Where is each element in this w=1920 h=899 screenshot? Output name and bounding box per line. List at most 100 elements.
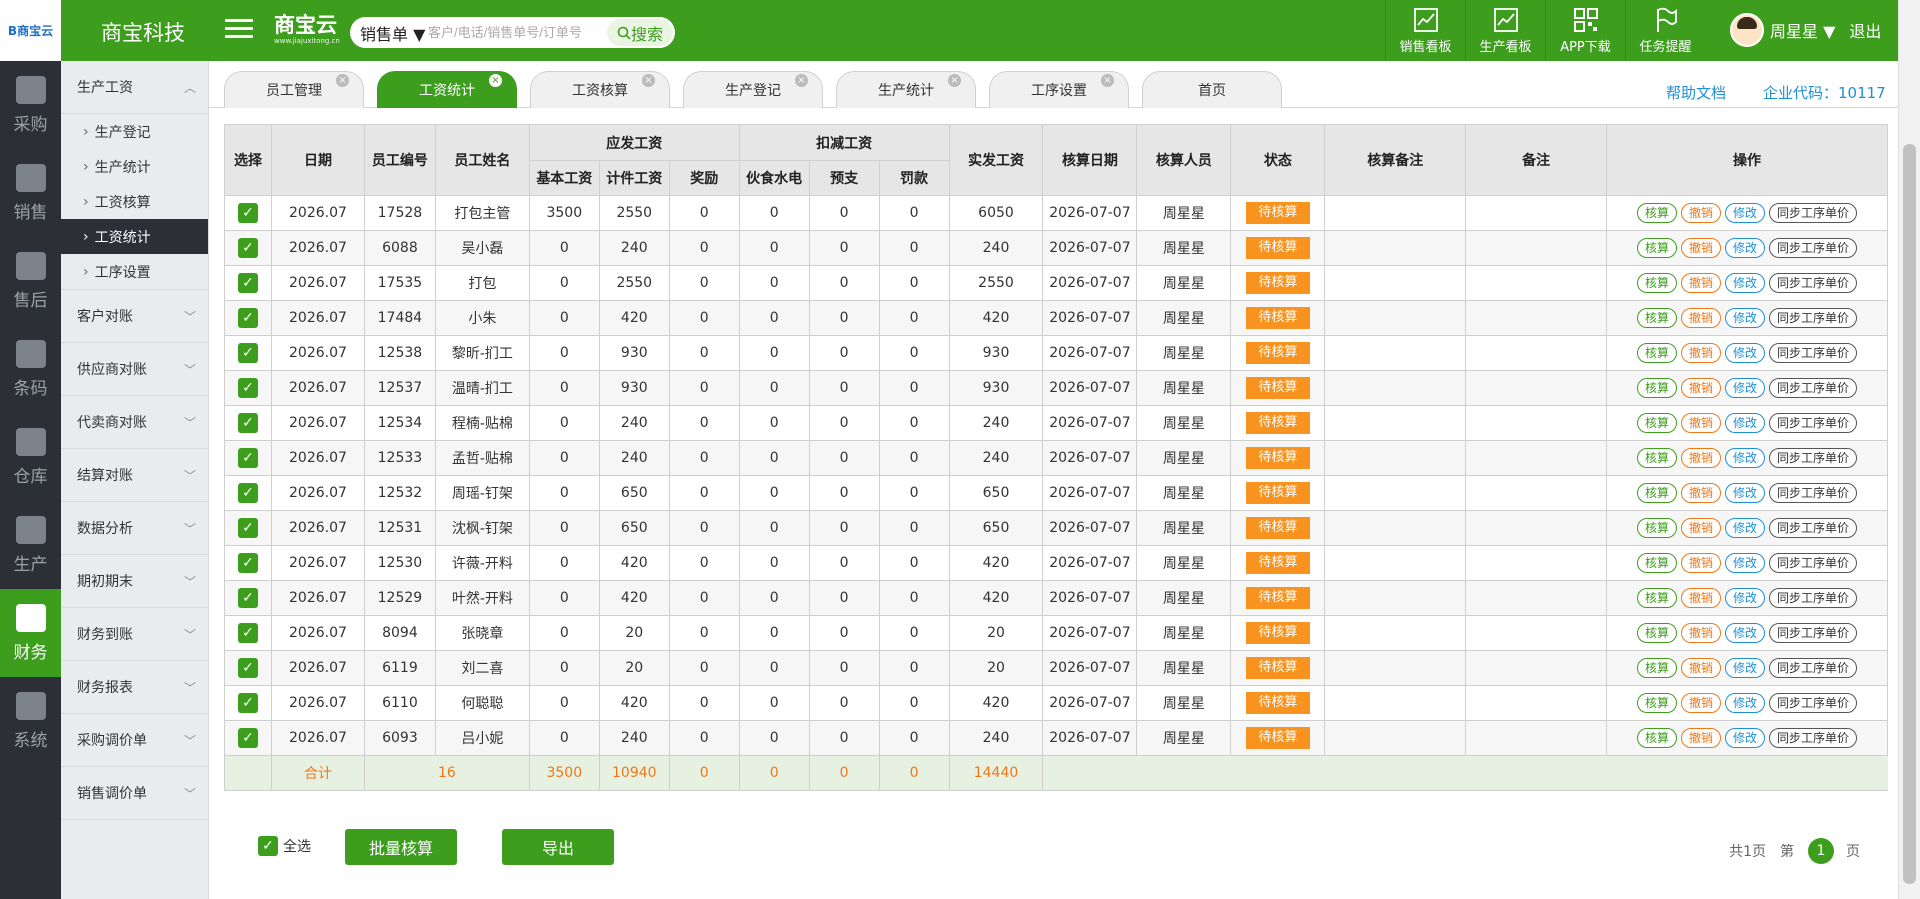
undo-button[interactable]: 撤销 xyxy=(1681,588,1722,608)
row-checkbox[interactable]: ✓ xyxy=(237,308,258,328)
sync-price-button[interactable]: 同步工序单价 xyxy=(1769,623,1858,643)
submenu-group-2[interactable]: 代卖商对账 ﹀ xyxy=(61,396,208,449)
undo-button[interactable]: 撤销 xyxy=(1681,273,1722,293)
row-checkbox[interactable]: ✓ xyxy=(237,203,258,223)
row-checkbox[interactable]: ✓ xyxy=(237,553,258,573)
edit-button[interactable]: 修改 xyxy=(1725,623,1766,643)
nav-task-reminder[interactable]: 任务提醒 xyxy=(1625,0,1705,61)
calc-button[interactable]: 核算 xyxy=(1637,308,1678,328)
calc-button[interactable]: 核算 xyxy=(1637,588,1678,608)
calc-button[interactable]: 核算 xyxy=(1637,273,1678,293)
edit-button[interactable]: 修改 xyxy=(1725,273,1766,293)
avatar[interactable] xyxy=(1730,13,1764,47)
row-checkbox[interactable]: ✓ xyxy=(237,588,258,608)
calc-button[interactable]: 核算 xyxy=(1637,343,1678,363)
edit-button[interactable]: 修改 xyxy=(1725,343,1766,363)
submenu-group-4[interactable]: 数据分析 ﹀ xyxy=(61,502,208,555)
undo-button[interactable]: 撤销 xyxy=(1681,553,1722,573)
calc-button[interactable]: 核算 xyxy=(1637,693,1678,713)
sync-price-button[interactable]: 同步工序单价 xyxy=(1769,238,1858,258)
undo-button[interactable]: 撤销 xyxy=(1681,203,1722,223)
sync-price-button[interactable]: 同步工序单价 xyxy=(1769,308,1858,328)
sync-price-button[interactable]: 同步工序单价 xyxy=(1769,413,1858,433)
rail-item-system[interactable]: 系统 xyxy=(0,677,61,765)
tab-2[interactable]: 工资核算 × xyxy=(530,71,670,108)
submenu-item-production-stats[interactable]: 生产统计 xyxy=(61,149,208,184)
tab-4[interactable]: 生产统计 × xyxy=(836,71,976,108)
user-name-dropdown[interactable]: 周星星 ▼ xyxy=(1770,18,1835,42)
close-icon[interactable]: × xyxy=(795,74,808,87)
undo-button[interactable]: 撤销 xyxy=(1681,693,1722,713)
edit-button[interactable]: 修改 xyxy=(1725,308,1766,328)
submenu-item-wage-stats[interactable]: 工资统计 xyxy=(61,219,208,254)
edit-button[interactable]: 修改 xyxy=(1725,693,1766,713)
sync-price-button[interactable]: 同步工序单价 xyxy=(1769,658,1858,678)
undo-button[interactable]: 撤销 xyxy=(1681,483,1722,503)
edit-button[interactable]: 修改 xyxy=(1725,203,1766,223)
edit-button[interactable]: 修改 xyxy=(1725,448,1766,468)
undo-button[interactable]: 撤销 xyxy=(1681,518,1722,538)
row-checkbox[interactable]: ✓ xyxy=(237,693,258,713)
sync-price-button[interactable]: 同步工序单价 xyxy=(1769,483,1858,503)
edit-button[interactable]: 修改 xyxy=(1725,378,1766,398)
edit-button[interactable]: 修改 xyxy=(1725,728,1766,748)
tab-0[interactable]: 员工管理 × xyxy=(224,71,364,108)
row-checkbox[interactable]: ✓ xyxy=(237,623,258,643)
sync-price-button[interactable]: 同步工序单价 xyxy=(1769,588,1858,608)
batch-calc-button[interactable]: 批量核算 xyxy=(345,829,457,865)
undo-button[interactable]: 撤销 xyxy=(1681,343,1722,363)
row-checkbox[interactable]: ✓ xyxy=(237,728,258,748)
edit-button[interactable]: 修改 xyxy=(1725,588,1766,608)
calc-button[interactable]: 核算 xyxy=(1637,378,1678,398)
sync-price-button[interactable]: 同步工序单价 xyxy=(1769,728,1858,748)
rail-item-purchase[interactable]: 采购 xyxy=(0,61,61,149)
submenu-item-production-register[interactable]: 生产登记 xyxy=(61,114,208,149)
logout-link[interactable]: 退出 xyxy=(1849,18,1881,42)
search-button[interactable]: 搜索 xyxy=(607,19,673,46)
undo-button[interactable]: 撤销 xyxy=(1681,658,1722,678)
submenu-group-production-wages[interactable]: 生产工资 ︿ xyxy=(61,61,208,114)
submenu-group-7[interactable]: 财务报表 ﹀ xyxy=(61,661,208,714)
undo-button[interactable]: 撤销 xyxy=(1681,238,1722,258)
undo-button[interactable]: 撤销 xyxy=(1681,623,1722,643)
row-checkbox[interactable]: ✓ xyxy=(237,483,258,503)
scrollbar-thumb[interactable] xyxy=(1903,144,1916,884)
help-docs-link[interactable]: 帮助文档 xyxy=(1666,82,1726,103)
submenu-group-6[interactable]: 财务到账 ﹀ xyxy=(61,608,208,661)
edit-button[interactable]: 修改 xyxy=(1725,483,1766,503)
undo-button[interactable]: 撤销 xyxy=(1681,413,1722,433)
rail-item-sales[interactable]: 销售 xyxy=(0,149,61,237)
calc-button[interactable]: 核算 xyxy=(1637,728,1678,748)
close-icon[interactable]: × xyxy=(642,74,655,87)
submenu-item-wage-calc[interactable]: 工资核算 xyxy=(61,184,208,219)
nav-app-download[interactable]: APP下载 xyxy=(1545,0,1625,61)
submenu-group-9[interactable]: 销售调价单 ﹀ xyxy=(61,767,208,820)
app-logo[interactable]: B商宝云 xyxy=(0,0,61,61)
undo-button[interactable]: 撤销 xyxy=(1681,448,1722,468)
calc-button[interactable]: 核算 xyxy=(1637,553,1678,573)
select-all-checkbox[interactable]: ✓ 全选 xyxy=(258,836,311,856)
sync-price-button[interactable]: 同步工序单价 xyxy=(1769,693,1858,713)
sync-price-button[interactable]: 同步工序单价 xyxy=(1769,343,1858,363)
close-icon[interactable]: × xyxy=(1101,74,1114,87)
sync-price-button[interactable]: 同步工序单价 xyxy=(1769,378,1858,398)
tab-3[interactable]: 生产登记 × xyxy=(683,71,823,108)
row-checkbox[interactable]: ✓ xyxy=(237,518,258,538)
submenu-item-process-settings[interactable]: 工序设置 xyxy=(61,254,208,290)
calc-button[interactable]: 核算 xyxy=(1637,518,1678,538)
calc-button[interactable]: 核算 xyxy=(1637,658,1678,678)
nav-sales-board[interactable]: 销售看板 xyxy=(1385,0,1465,61)
row-checkbox[interactable]: ✓ xyxy=(237,238,258,258)
calc-button[interactable]: 核算 xyxy=(1637,448,1678,468)
search-type-dropdown[interactable]: 销售单 ▼ xyxy=(350,21,428,45)
tab-1[interactable]: 工资统计 × xyxy=(377,71,517,108)
undo-button[interactable]: 撤销 xyxy=(1681,308,1722,328)
tab-6[interactable]: 首页 xyxy=(1142,71,1282,108)
calc-button[interactable]: 核算 xyxy=(1637,413,1678,433)
submenu-group-8[interactable]: 采购调价单 ﹀ xyxy=(61,714,208,767)
tab-5[interactable]: 工序设置 × xyxy=(989,71,1129,108)
row-checkbox[interactable]: ✓ xyxy=(237,658,258,678)
submenu-group-5[interactable]: 期初期末 ﹀ xyxy=(61,555,208,608)
sync-price-button[interactable]: 同步工序单价 xyxy=(1769,518,1858,538)
undo-button[interactable]: 撤销 xyxy=(1681,378,1722,398)
